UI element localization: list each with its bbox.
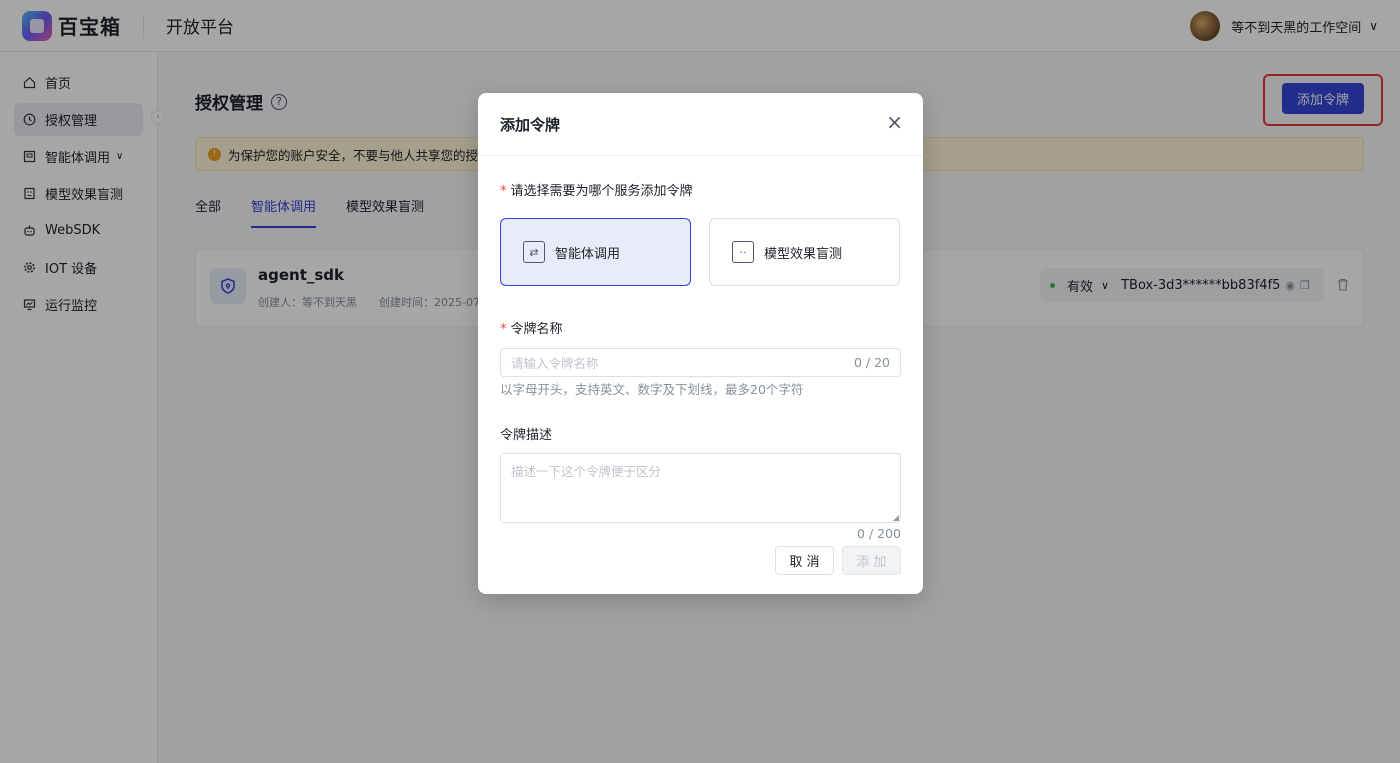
swap-icon: ⇄ — [523, 241, 545, 263]
service-option-label: 智能体调用 — [555, 246, 621, 262]
service-label: * 请选择需要为哪个服务添加令牌 — [500, 180, 693, 199]
token-name-placeholder: 请输入令牌名称 — [511, 356, 599, 371]
required-mark: * — [500, 322, 507, 337]
dialog-title: 添加令牌 — [500, 115, 561, 134]
token-desc-count: 0 / 200 — [857, 526, 901, 541]
cancel-button[interactable]: 取 消 — [775, 546, 834, 575]
token-desc-placeholder: 描述一下这个令牌便于区分 — [511, 464, 662, 479]
confirm-add-button[interactable]: 添 加 — [842, 546, 901, 575]
desc-label: 令牌描述 — [500, 428, 553, 443]
token-desc-textarea[interactable]: 描述一下这个令牌便于区分 ◢ — [500, 453, 901, 523]
token-name-hint: 以字母开头，支持英文、数字及下划线，最多20个字符 — [500, 382, 804, 397]
name-label-text: 令牌名称 — [510, 322, 563, 337]
name-label: * 令牌名称 — [500, 318, 563, 337]
service-label-text: 请选择需要为哪个服务添加令牌 — [510, 184, 693, 199]
service-option-label: 模型效果盲测 — [764, 246, 843, 262]
close-icon[interactable]: × — [886, 110, 903, 134]
blind-test-icon: ·· — [732, 241, 754, 263]
resize-handle-icon[interactable]: ◢ — [893, 513, 899, 522]
token-name-input[interactable]: 请输入令牌名称 0 / 20 — [500, 348, 901, 377]
add-token-dialog: 添加令牌 × * 请选择需要为哪个服务添加令牌 ⇄ 智能体调用 ·· 模型效果盲测… — [478, 93, 923, 594]
service-option-agent[interactable]: ⇄ 智能体调用 — [500, 218, 691, 286]
dialog-header: 添加令牌 × — [478, 93, 923, 156]
required-mark: * — [500, 184, 507, 199]
token-name-count: 0 / 20 — [853, 355, 890, 370]
service-option-blind-test[interactable]: ·· 模型效果盲测 — [709, 218, 900, 286]
